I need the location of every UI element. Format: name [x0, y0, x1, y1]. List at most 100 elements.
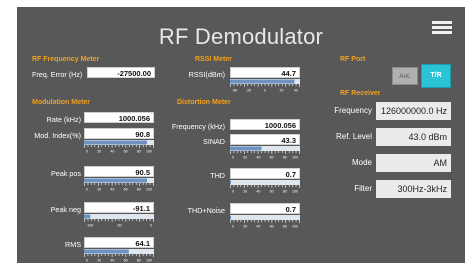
gauge-tick-label: 20 [280, 89, 284, 93]
receiver-frequency-value[interactable]: 126000000.0 Hz [376, 102, 451, 120]
gauge-fill [230, 79, 295, 84]
freq-error-label: Freq. Error (Hz) [32, 70, 83, 79]
gauge-tick-label: 20 [97, 150, 101, 154]
gauge-track [84, 214, 154, 219]
gauge-tick-label: 60 [124, 259, 128, 263]
gauge-tick-label: 0 [86, 150, 88, 154]
gauge-fill [84, 178, 147, 183]
receiver-frequency-label: Frequency [334, 106, 372, 115]
gauge-fill [230, 146, 262, 151]
gauge-tick-label: -20 [246, 89, 251, 93]
gauge-tick-label: 60 [270, 225, 274, 229]
thd-noise-label: THD+Noise [187, 206, 225, 215]
antenna-port-button[interactable]: Ant. [392, 67, 418, 85]
mod-index-gauge: 0 20 40 60 80 100 [84, 140, 154, 153]
tr-port-button[interactable]: T/R [422, 65, 450, 87]
gauge-fill [230, 180, 231, 185]
rssi-label: RSSI(dBm) [188, 70, 225, 79]
gauge-fill [230, 215, 231, 220]
thd-noise-value[interactable]: 0.7 [230, 203, 300, 214]
distortion-frequency-label: Frequency (kHz) [171, 122, 225, 131]
rms-gauge: 0 20 40 60 80 100 [84, 249, 154, 262]
gauge-tick-label: 20 [243, 156, 247, 160]
gauge-tick-label: 60 [124, 188, 128, 192]
peak-neg-value[interactable]: -91.1 [84, 202, 154, 213]
gauge-tick-label: 80 [137, 150, 141, 154]
thd-gauge: 0 20 40 60 80 100 [230, 180, 300, 193]
gauge-tick-label: 40 [110, 259, 114, 263]
peak-pos-label: Peak pos [51, 169, 81, 178]
gauge-tick-label: 0 [232, 190, 234, 194]
rssi-value[interactable]: 44.7 [230, 67, 300, 78]
gauge-fill [84, 140, 147, 145]
rate-value[interactable]: 1000.056 [84, 112, 154, 123]
mode-label: Mode [351, 158, 372, 167]
rms-value[interactable]: 64.1 [84, 237, 154, 248]
peak-pos-gauge: 0 20 40 60 80 100 [84, 178, 154, 191]
freq-error-value[interactable]: -27500.00 [87, 67, 155, 78]
gauge-tick-label: 0 [232, 156, 234, 160]
gauge-tick-label: 0 [264, 89, 266, 93]
gauge-tick-label: 40 [294, 89, 298, 93]
gauge-track [230, 215, 300, 220]
gauge-fill [84, 249, 129, 254]
ref-level-label: Ref. Level [335, 132, 372, 141]
mode-value[interactable]: AM [376, 154, 451, 172]
gauge-tick-label: 0 [150, 224, 152, 228]
rf-port-header: RF Port [340, 56, 366, 63]
sinad-value[interactable]: 43.3 [230, 134, 300, 145]
gauge-tick-label: 20 [97, 259, 101, 263]
gauge-tick-label: 80 [137, 188, 141, 192]
mod-index-value[interactable]: 90.8 [84, 128, 154, 139]
gauge-tick-label: 100 [146, 188, 152, 192]
gauge-tick-label: 40 [110, 150, 114, 154]
filter-value[interactable]: 300Hz-3kHz [376, 180, 451, 198]
distortion-meter-header: Distortion Meter [177, 99, 231, 106]
gauge-tick-label: 100 [146, 150, 152, 154]
thd-value[interactable]: 0.7 [230, 168, 300, 179]
gauge-tick-label: -50 [232, 89, 237, 93]
gauge-tick-label: 100 [292, 225, 298, 229]
rf-receiver-header: RF Receiver [340, 90, 381, 97]
peak-neg-label: Peak neg [50, 205, 81, 214]
gauge-tick-label: 40 [256, 156, 260, 160]
peak-neg-gauge: -100 -50 0 [84, 214, 154, 227]
gauge-tick-label: 80 [283, 190, 287, 194]
gauge-tick-label: 0 [86, 259, 88, 263]
thd-label: THD [210, 171, 225, 180]
modulation-meter-header: Modulation Meter [32, 99, 90, 106]
thd-noise-gauge: 0 20 40 60 80 100 [230, 215, 300, 228]
gauge-tick-label: 0 [232, 225, 234, 229]
ref-level-value[interactable]: 43.0 dBm [376, 128, 451, 146]
gauge-tick-label: -100 [86, 224, 93, 228]
gauge-tick-label: 80 [137, 259, 141, 263]
gauge-track [230, 180, 300, 185]
gauge-fill [84, 214, 91, 219]
gauge-tick-label: 60 [124, 150, 128, 154]
demodulator-panel: RF Demodulator RF Frequency Meter Freq. … [17, 7, 465, 263]
gauge-tick-label: 60 [270, 190, 274, 194]
rf-frequency-meter-header: RF Frequency Meter [32, 56, 100, 63]
distortion-frequency-value[interactable]: 1000.056 [230, 119, 300, 130]
hamburger-menu-icon[interactable] [432, 21, 452, 35]
peak-pos-value[interactable]: 90.5 [84, 166, 154, 177]
page-title: RF Demodulator [158, 24, 324, 49]
gauge-tick-label: 80 [283, 156, 287, 160]
gauge-tick-label: 0 [86, 188, 88, 192]
gauge-tick-label: 100 [146, 259, 152, 263]
rms-label: RMS [65, 240, 81, 249]
gauge-tick-label: 40 [256, 225, 260, 229]
rssi-gauge: -50 -20 0 20 40 [230, 79, 300, 92]
gauge-tick-label: 20 [243, 225, 247, 229]
gauge-tick-label: 20 [97, 188, 101, 192]
rssi-meter-header: RSSI Meter [195, 56, 232, 63]
gauge-tick-label: 20 [243, 190, 247, 194]
rate-label: Rate (kHz) [46, 115, 81, 124]
gauge-tick-label: 60 [270, 156, 274, 160]
sinad-gauge: 0 20 40 60 80 100 [230, 146, 300, 159]
sinad-label: SINAD [203, 137, 225, 146]
gauge-tick-label: -50 [116, 224, 121, 228]
gauge-tick-label: 40 [256, 190, 260, 194]
mod-index-label: Mod. Index(%) [34, 131, 81, 140]
gauge-tick-label: 100 [292, 190, 298, 194]
